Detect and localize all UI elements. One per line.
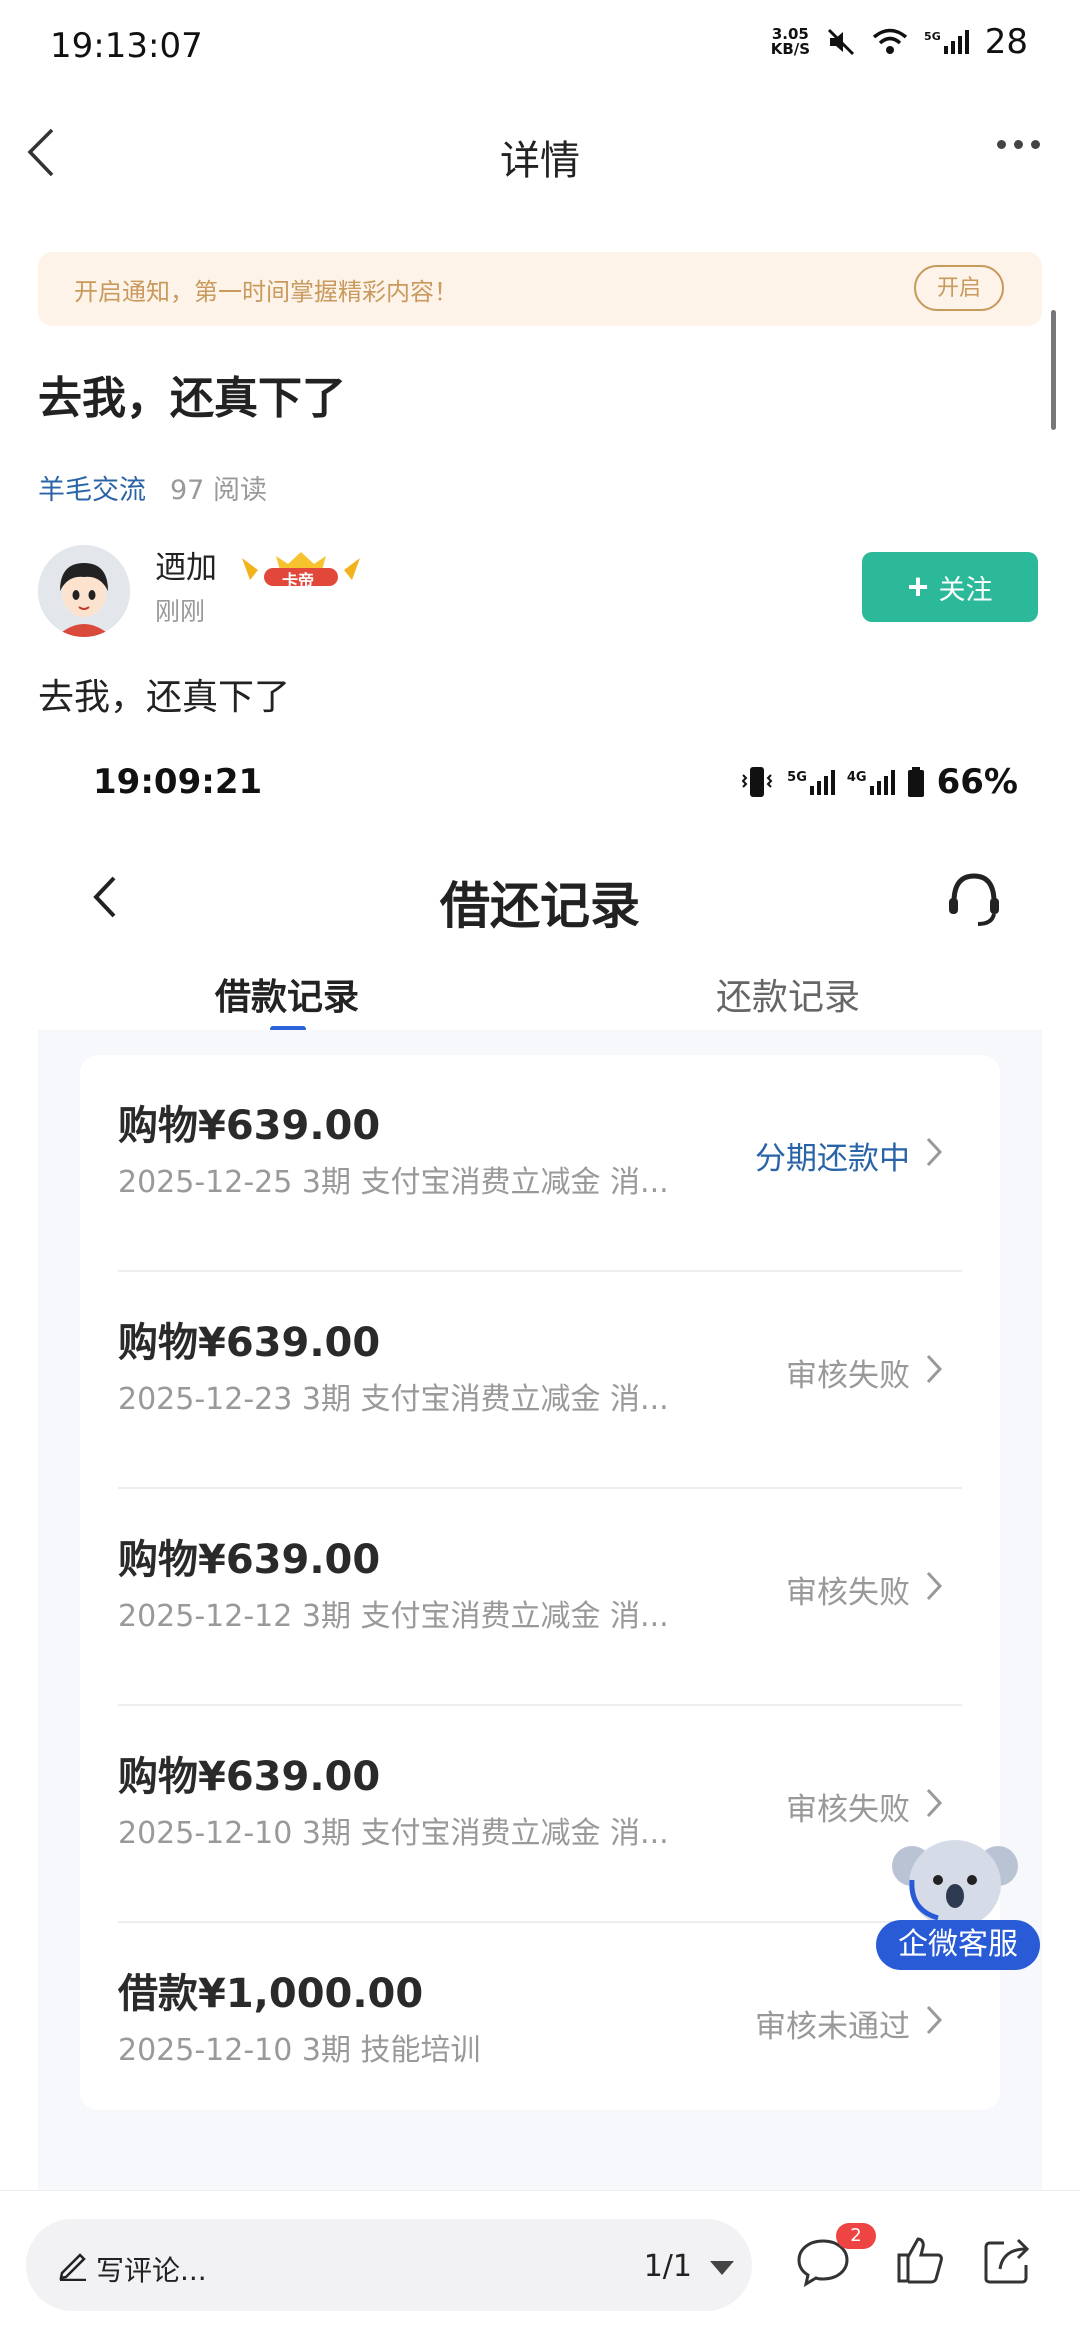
vip-badge: 卡帝 bbox=[236, 548, 366, 590]
embedded-status-icons: 5G 4G 66% bbox=[739, 762, 1018, 802]
post-body-text: 去我，还真下了 bbox=[38, 677, 291, 718]
embedded-record-list: 购物¥639.00 2025-12-25 3期 支付宝消费立减金 消... 分期… bbox=[80, 1055, 1000, 2110]
chevron-right-icon bbox=[926, 1137, 943, 1167]
author-name[interactable]: 迺加 bbox=[155, 542, 217, 587]
record-subtitle: 2025-12-10 3期 支付宝消费立减金 消... bbox=[118, 1816, 669, 1851]
record-status: 审核失败 bbox=[786, 1792, 910, 1828]
read-count: 97 阅读 bbox=[170, 475, 267, 506]
signal-icon: 5G bbox=[924, 30, 969, 54]
plus-icon: + bbox=[907, 566, 929, 607]
embedded-4g-signal-icon: 4G bbox=[847, 769, 895, 795]
record-item: 购物¥639.00 2025-12-10 3期 支付宝消费立减金 消... 审核… bbox=[80, 1706, 1000, 1923]
record-status: 审核失败 bbox=[786, 1575, 910, 1611]
battery-level: 28 bbox=[984, 22, 1028, 62]
vibrate-icon bbox=[741, 767, 773, 797]
notification-text: 开启通知，第一时间掌握精彩内容！ bbox=[74, 278, 458, 306]
status-time: 19:13:07 bbox=[50, 26, 203, 66]
record-item: 购物¥639.00 2025-12-23 3期 支付宝消费立减金 消... 审核… bbox=[80, 1272, 1000, 1489]
notification-banner: 开启通知，第一时间掌握精彩内容！ 开启 bbox=[38, 252, 1042, 326]
comment-placeholder: 写评论... bbox=[96, 2254, 207, 2287]
post-title: 去我，还真下了 bbox=[38, 373, 346, 424]
record-title: 购物¥639.00 bbox=[118, 1103, 381, 1149]
embedded-5g-signal-icon: 5G bbox=[787, 769, 835, 795]
record-item: 购物¥639.00 2025-12-25 3期 支付宝消费立减金 消... 分期… bbox=[80, 1055, 1000, 1272]
record-subtitle: 2025-12-23 3期 支付宝消费立减金 消... bbox=[118, 1382, 669, 1417]
embedded-tab-borrow: 借款记录 bbox=[215, 977, 360, 1018]
comment-input[interactable]: 写评论... 1/1 bbox=[26, 2219, 752, 2311]
net-speed: 3.05 KB/S bbox=[770, 25, 811, 58]
embedded-status-time: 19:09:21 bbox=[93, 762, 263, 802]
comment-count-badge: 2 bbox=[836, 2223, 876, 2249]
record-title: 借款¥1,000.00 bbox=[118, 1971, 424, 2017]
badge-text: 卡帝 bbox=[282, 571, 315, 590]
post-meta: 羊毛交流 97 阅读 bbox=[38, 468, 267, 507]
record-subtitle: 2025-12-12 3期 支付宝消费立减金 消... bbox=[118, 1599, 669, 1634]
record-title: 购物¥639.00 bbox=[118, 1320, 381, 1366]
record-item: 购物¥639.00 2025-12-12 3期 支付宝消费立减金 消... 审核… bbox=[80, 1489, 1000, 1706]
category-link[interactable]: 羊毛交流 bbox=[38, 468, 146, 507]
page-indicator[interactable]: 1/1 bbox=[644, 2249, 692, 2284]
record-subtitle: 2025-12-25 3期 支付宝消费立减金 消... bbox=[118, 1165, 669, 1200]
scrollbar[interactable] bbox=[1051, 310, 1056, 430]
record-status: 审核失败 bbox=[786, 1358, 910, 1394]
chevron-right-icon bbox=[926, 1354, 943, 1384]
page-title: 详情 bbox=[500, 138, 580, 184]
record-title: 购物¥639.00 bbox=[118, 1754, 381, 1800]
post-time: 刚刚 bbox=[155, 597, 206, 626]
caret-down-icon[interactable] bbox=[710, 2261, 734, 2275]
follow-label: 关注 bbox=[938, 574, 993, 605]
record-item: 借款¥1,000.00 2025-12-10 3期 技能培训 审核未通过 bbox=[80, 1923, 1000, 2140]
record-title: 购物¥639.00 bbox=[118, 1537, 381, 1583]
record-status: 审核未通过 bbox=[755, 2009, 910, 2045]
status-icons: 3.05 KB/S 5G 28 bbox=[771, 22, 1028, 62]
pencil-icon bbox=[59, 2253, 86, 2281]
bottom-action-bar: 写评论... 1/1 2 bbox=[0, 2190, 1080, 2340]
share-icon[interactable] bbox=[982, 2235, 1032, 2285]
embedded-battery-icon bbox=[907, 767, 924, 797]
more-dots-icon[interactable] bbox=[997, 140, 1040, 149]
mute-icon bbox=[827, 28, 855, 56]
record-subtitle: 2025-12-10 3期 技能培训 bbox=[118, 2033, 481, 2068]
embedded-title: 借还记录 bbox=[440, 877, 640, 935]
embedded-tab-repay: 还款记录 bbox=[716, 977, 861, 1018]
headset-icon bbox=[949, 873, 999, 926]
avatar[interactable] bbox=[38, 545, 130, 637]
customer-service-label: 企微客服 bbox=[876, 1920, 1040, 1970]
thumbs-up-icon[interactable] bbox=[896, 2235, 944, 2285]
wifi-icon bbox=[872, 28, 908, 54]
follow-button[interactable]: + 关注 bbox=[862, 552, 1038, 622]
chevron-right-icon bbox=[926, 1571, 943, 1601]
enable-notification-button[interactable]: 开启 bbox=[914, 265, 1004, 311]
chevron-right-icon bbox=[926, 2005, 943, 2035]
record-status: 分期还款中 bbox=[755, 1141, 910, 1177]
embedded-battery-level: 66% bbox=[936, 762, 1018, 802]
detail-page: 19:13:07 3.05 KB/S 5G 28 详情 开启通知，第一时间掌握精… bbox=[0, 0, 1080, 2340]
chevron-right-icon bbox=[926, 1788, 943, 1818]
